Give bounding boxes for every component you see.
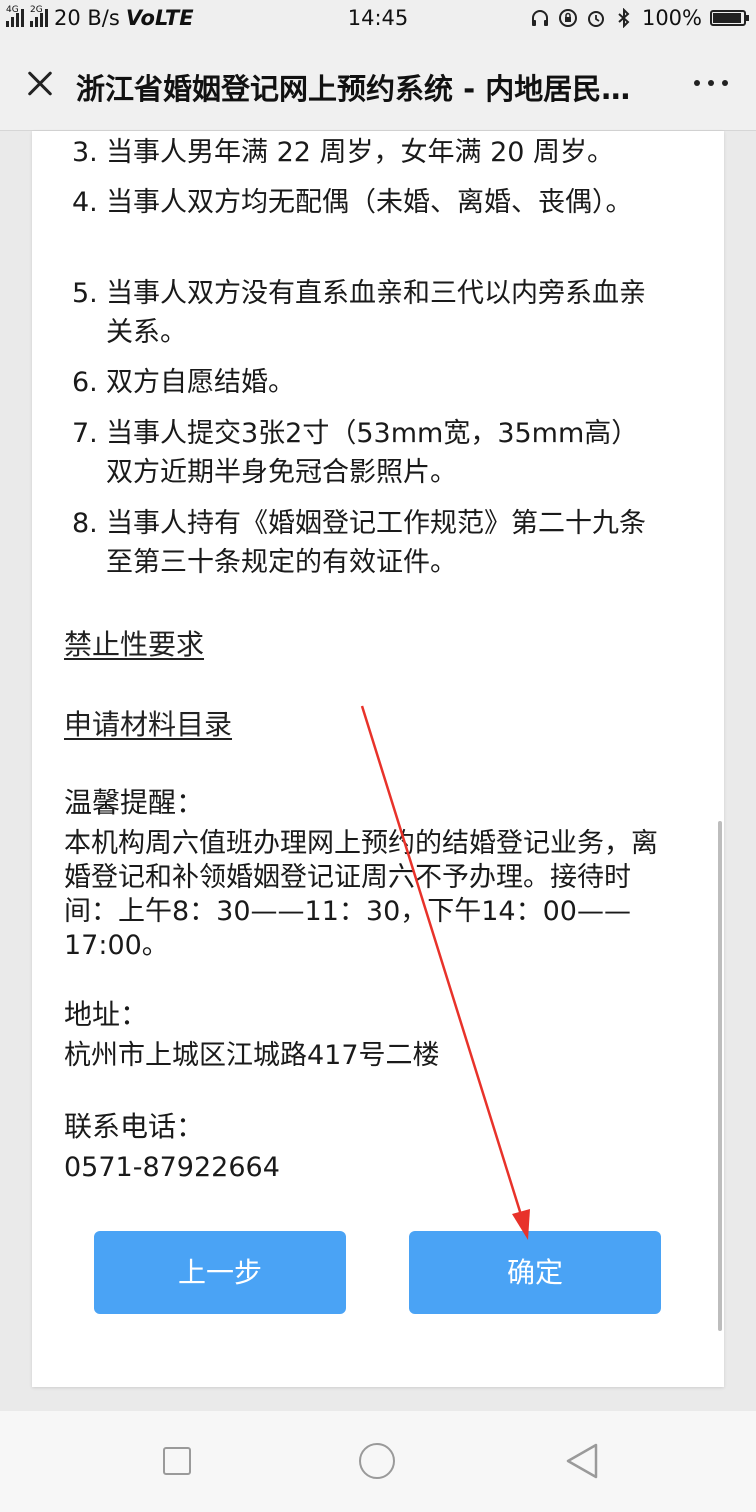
rotation-lock-icon (558, 8, 578, 28)
requirement-text: 当事人持有《婚姻登记工作规范》第二十九条至第三十条规定的有效证件。 (106, 508, 646, 578)
materials-link[interactable]: 申请材料目录 (64, 703, 232, 743)
close-icon[interactable] (20, 64, 60, 104)
recent-apps-icon[interactable] (163, 1447, 191, 1475)
scrollbar[interactable] (718, 821, 722, 1331)
requirement-text: 双方自愿结婚。 (106, 367, 295, 398)
requirement-number: 8. (72, 508, 98, 539)
battery-percent: 100% (641, 6, 702, 30)
address-value: 杭州市上城区江城路417号二楼 (64, 1040, 440, 1071)
prev-button[interactable]: 上一步 (94, 1231, 346, 1314)
requirement-item: 3. 当事人男年满 22 周岁，女年满 20 周岁。 (72, 133, 652, 172)
requirement-item: 6. 双方自愿结婚。 (72, 363, 652, 402)
prohibitions-link[interactable]: 禁止性要求 (64, 623, 204, 663)
requirement-text: 当事人提交3张2寸（53mm宽，35mm高）双方近期半身免冠合影照片。 (106, 418, 639, 488)
home-icon[interactable] (359, 1443, 395, 1479)
title-bar: 浙江省婚姻登记网上预约系统 - 内地居民… (0, 40, 756, 131)
address-label: 地址： (64, 998, 149, 1031)
bluetooth-icon (614, 7, 634, 29)
requirement-text: 当事人男年满 22 周岁，女年满 20 周岁。 (106, 137, 615, 168)
status-bar: 4G 2G 20 B/s VoLTE 14:45 100% (0, 0, 756, 40)
requirement-text: 当事人双方没有直系血亲和三代以内旁系血亲关系。 (106, 278, 646, 348)
battery-icon (710, 10, 749, 26)
page-title: 浙江省婚姻登记网上预约系统 - 内地居民… (76, 72, 631, 106)
phone-value: 0571-87922664 (64, 1152, 280, 1183)
navigation-bar (0, 1411, 756, 1512)
alarm-icon (586, 8, 606, 28)
requirement-item: 8. 当事人持有《婚姻登记工作规范》第二十九条至第三十条规定的有效证件。 (72, 504, 652, 582)
requirement-item: 4. 当事人双方均无配偶（未婚、离婚、丧偶）。 (72, 183, 652, 222)
requirement-number: 7. (72, 418, 98, 449)
requirement-number: 5. (72, 278, 98, 309)
more-options-icon[interactable] (694, 80, 728, 86)
requirement-text: 当事人双方均无配偶（未婚、离婚、丧偶）。 (106, 187, 633, 218)
headphones-icon (530, 8, 550, 28)
requirement-item: 5. 当事人双方没有直系血亲和三代以内旁系血亲关系。 (72, 274, 652, 352)
requirement-number: 6. (72, 367, 98, 398)
requirement-number: 3. (72, 137, 98, 168)
back-icon[interactable] (565, 1442, 599, 1480)
content-card: 3. 当事人男年满 22 周岁，女年满 20 周岁。 4. 当事人双方均无配偶（… (32, 131, 724, 1387)
reminder-text: 本机构周六值班办理网上预约的结婚登记业务，离婚登记和补领婚姻登记证周六不予办理。… (64, 828, 658, 961)
requirement-item: 7. 当事人提交3张2寸（53mm宽，35mm高）双方近期半身免冠合影照片。 (72, 414, 652, 492)
status-right: 100% (530, 6, 749, 30)
phone-label: 联系电话： (64, 1110, 205, 1143)
reminder-label: 温馨提醒： (64, 786, 205, 819)
confirm-button[interactable]: 确定 (409, 1231, 661, 1314)
requirement-number: 4. (72, 187, 98, 218)
